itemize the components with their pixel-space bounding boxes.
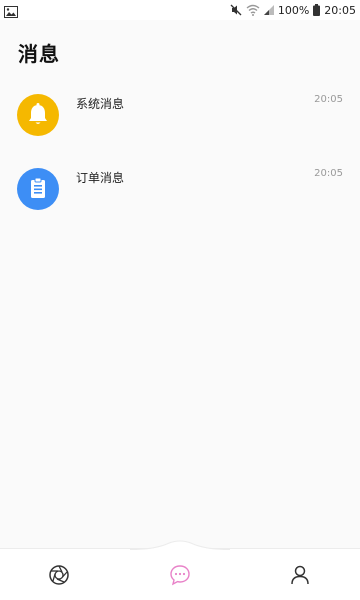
system-message-avatar: [17, 94, 59, 136]
wifi-icon: [246, 4, 260, 16]
tab-messages[interactable]: [166, 561, 194, 589]
message-time: 20:05: [314, 168, 343, 179]
tab-discover[interactable]: [45, 561, 73, 589]
tab-profile[interactable]: [286, 561, 314, 589]
clipboard-icon: [31, 177, 45, 198]
message-title: 系统消息: [76, 97, 125, 111]
mute-icon: [230, 4, 242, 16]
chat-bubble-icon: [170, 565, 190, 586]
user-icon: [291, 565, 309, 585]
order-message-avatar: [17, 168, 59, 210]
bell-icon: [29, 103, 47, 124]
signal-icon: [263, 5, 274, 15]
battery-icon: [313, 4, 321, 16]
image-notification-icon: [4, 3, 18, 18]
list-item-order-message[interactable]: 订单消息 20:05: [0, 154, 360, 228]
tab-bar-bump: [130, 540, 230, 559]
message-title: 订单消息: [76, 171, 125, 185]
messages-screen: 100% 20:05 消息 系统消息 20:05 订单消息 20:05: [0, 0, 360, 600]
bottom-tab-bar: [0, 540, 360, 600]
aperture-icon: [49, 565, 69, 585]
message-time: 20:05: [314, 94, 343, 105]
status-icons: 100% 20:05: [230, 2, 356, 18]
list-item-system-message[interactable]: 系统消息 20:05: [0, 80, 360, 154]
battery-percent: 100%: [277, 3, 310, 17]
page-title: 消息: [18, 42, 60, 66]
status-bar: 100% 20:05: [0, 0, 360, 20]
message-list: 系统消息 20:05 订单消息 20:05: [0, 80, 360, 228]
clock-time: 20:05: [324, 3, 356, 17]
